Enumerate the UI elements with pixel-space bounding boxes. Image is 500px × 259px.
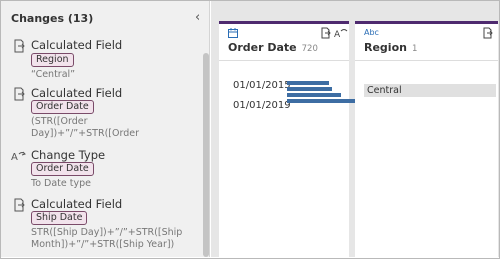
field-pill[interactable]: Ship Date [31, 211, 88, 225]
calculated-field-icon [14, 39, 25, 53]
changes-panel: Changes (13) ‹ Calculated Field Region “… [1, 1, 210, 257]
field-name-text: Region [364, 41, 407, 54]
field-name-text: Order Date [228, 41, 297, 54]
change-description: “Central” [31, 69, 76, 80]
svg-text:A: A [334, 30, 341, 39]
card-accent-bar [219, 21, 349, 24]
card-divider [219, 60, 349, 61]
card-divider [355, 60, 498, 61]
string-type-icon: Abc [364, 28, 379, 37]
calculated-field-icon [14, 87, 25, 101]
calc-action-icon[interactable] [321, 27, 331, 39]
date-label: 01/01/2015 [233, 80, 291, 91]
field-name: Region 1 [364, 41, 417, 54]
scrollbar[interactable] [203, 53, 209, 257]
change-description: STR([Ship Day])+”/”+STR([Ship Month])+”/… [31, 227, 183, 250]
change-type-icon: A [11, 151, 26, 163]
svg-text:A: A [11, 152, 18, 163]
field-name: Order Date 720 [228, 41, 318, 54]
field-pill[interactable]: Region [31, 53, 74, 67]
changes-header: Changes (13) [11, 12, 94, 25]
calendar-icon [228, 28, 238, 38]
card-accent-bar [355, 21, 498, 24]
field-card-region[interactable]: Abc Region 1 Central [355, 21, 498, 257]
field-pill[interactable]: Order Date [31, 162, 94, 176]
field-card-order-date[interactable]: A Order Date 720 01/01/2015 01/01/2019 [219, 21, 357, 257]
histogram-bar[interactable] [287, 87, 332, 91]
change-title: Calculated Field [31, 86, 123, 100]
histogram-bar[interactable] [287, 99, 357, 103]
change-title: Change Type [31, 148, 106, 162]
change-title: Calculated Field [31, 197, 123, 211]
change-title: Calculated Field [31, 38, 123, 52]
histogram-bar[interactable] [287, 81, 329, 85]
calculated-field-icon [14, 198, 25, 212]
change-type-action-icon[interactable]: A [334, 27, 348, 39]
calc-action-icon[interactable] [483, 27, 493, 39]
chevron-left-icon[interactable]: ‹ [195, 10, 200, 25]
profile-area: A Order Date 720 01/01/2015 01/01/2019 Ab… [211, 1, 499, 257]
distinct-count: 720 [301, 44, 318, 54]
value-row[interactable]: Central [364, 84, 496, 97]
change-description: To Date type [31, 178, 91, 189]
change-description: (STR([Order Day])+”/”+STR([Order [31, 116, 139, 139]
field-pill[interactable]: Order Date [31, 100, 94, 114]
histogram-bar[interactable] [287, 93, 341, 97]
distinct-count: 1 [411, 44, 418, 54]
date-label: 01/01/2019 [233, 100, 291, 111]
